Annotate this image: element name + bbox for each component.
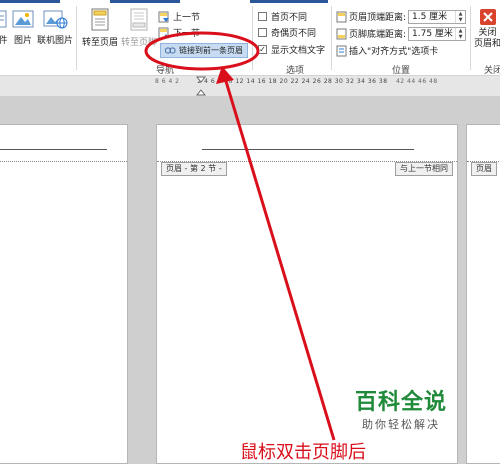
ruler-band: 8 6 4 2 2 4 6 8 10 12 14 16 18 20 22 24 … bbox=[0, 76, 500, 96]
ribbon: 件 图片 联机图片 转至页眉 转至页脚 上一节 下一节 链接到前一条页眉 导航 … bbox=[0, 0, 500, 76]
different-first-page-label: 首页不同 bbox=[271, 13, 308, 23]
page-left[interactable] bbox=[0, 124, 128, 464]
goto-header-button[interactable]: 转至页眉 bbox=[82, 8, 118, 48]
next-section-button[interactable]: 下一节 bbox=[158, 25, 200, 40]
footer-from-bottom-value: 1.75 厘米 bbox=[412, 29, 453, 39]
close-label-line2: 页眉和 bbox=[474, 39, 500, 49]
header-from-top-spinner[interactable]: 1.5 厘米 ▲ ▼ bbox=[408, 10, 466, 24]
ruler-main-ticks: 2 4 6 8 10 12 14 16 18 20 22 24 26 28 30… bbox=[197, 78, 388, 85]
header-rule bbox=[0, 149, 107, 150]
picture-label: 图片 bbox=[13, 36, 32, 46]
document-part-icon bbox=[0, 10, 7, 28]
show-document-text-label: 显示文档文字 bbox=[271, 46, 326, 56]
spinner-arrows-icon[interactable]: ▲ ▼ bbox=[455, 11, 465, 23]
header-from-top-label: 页眉顶端距离: bbox=[349, 13, 407, 23]
goto-footer-button[interactable]: 转至页脚 bbox=[121, 8, 157, 48]
group-divider bbox=[331, 6, 332, 70]
watermark-sub: 助你轻松解决 bbox=[362, 418, 440, 431]
options-group-label: 选项 bbox=[285, 66, 304, 76]
next-section-icon bbox=[158, 27, 169, 38]
watermark-logo: 百科全说 助你轻松解决 bbox=[336, 390, 466, 432]
same-as-previous-tag: 与上一节相同 bbox=[395, 162, 453, 176]
footer-from-bottom-spinner[interactable]: 1.75 厘米 ▲ ▼ bbox=[408, 27, 466, 41]
header-position-icon bbox=[336, 11, 347, 22]
header-boundary bbox=[0, 161, 127, 162]
spinner-arrows-icon[interactable]: ▲ ▼ bbox=[455, 28, 465, 40]
picture-button[interactable]: 图片 bbox=[12, 8, 34, 46]
previous-section-icon bbox=[158, 11, 169, 22]
link-to-previous-button[interactable]: 链接到前一条页眉 bbox=[160, 43, 248, 58]
footer-from-bottom-label: 页脚底端距离: bbox=[349, 30, 407, 40]
header-rule bbox=[202, 149, 414, 150]
different-first-page-checkbox[interactable]: 首页不同 bbox=[258, 9, 307, 24]
different-odd-even-checkbox[interactable]: 奇偶页不同 bbox=[258, 25, 316, 40]
previous-section-label: 上一节 bbox=[173, 13, 201, 23]
alignment-tab-icon bbox=[336, 45, 347, 56]
navigation-group-label: 导航 bbox=[155, 66, 174, 76]
position-group-label: 位置 bbox=[391, 66, 410, 76]
insert-alignment-tab-label: 插入"对齐方式"选项卡 bbox=[349, 47, 439, 57]
ribbon-tab-indicator bbox=[110, 0, 180, 3]
checkmark-icon: ✓ bbox=[258, 44, 267, 54]
group-divider bbox=[76, 6, 77, 70]
footer-from-bottom-row: 页脚底端距离: bbox=[336, 26, 406, 41]
online-picture-icon bbox=[43, 10, 68, 29]
right-page-header-tag: 页眉 bbox=[471, 162, 497, 176]
ruler-right-ticks: 42 44 46 48 bbox=[395, 78, 438, 85]
close-group-label: 关闭 bbox=[483, 66, 500, 76]
footer-position-icon bbox=[336, 28, 347, 39]
goto-header-label: 转至页眉 bbox=[82, 38, 119, 48]
link-chain-icon bbox=[165, 47, 176, 54]
goto-footer-icon bbox=[130, 8, 148, 31]
picture-icon bbox=[12, 10, 34, 28]
watermark-main: 百科全说 bbox=[354, 390, 447, 415]
ruler-left-ticks: 8 6 4 2 bbox=[155, 78, 180, 85]
goto-header-icon bbox=[91, 8, 109, 31]
checkbox-box bbox=[258, 12, 267, 21]
goto-footer-label: 转至页脚 bbox=[121, 38, 158, 48]
insert-partial-label: 件 bbox=[0, 36, 8, 46]
header-from-top-value: 1.5 厘米 bbox=[412, 12, 448, 22]
insert-alignment-tab-button[interactable]: 插入"对齐方式"选项卡 bbox=[336, 43, 438, 58]
indent-marker-icon[interactable] bbox=[196, 76, 206, 96]
online-picture-button[interactable]: 联机图片 bbox=[37, 8, 73, 46]
close-icon bbox=[479, 9, 496, 25]
group-divider bbox=[252, 6, 253, 70]
insert-partial-button[interactable]: 件 bbox=[0, 8, 10, 46]
ribbon-tab-indicator bbox=[250, 0, 328, 3]
page-right[interactable]: 页眉 bbox=[466, 124, 500, 464]
close-header-footer-button[interactable]: 关闭 页眉和 bbox=[474, 8, 500, 50]
checkbox-box bbox=[258, 28, 267, 37]
link-to-previous-label: 链接到前一条页眉 bbox=[179, 46, 243, 55]
next-section-label: 下一节 bbox=[173, 29, 201, 39]
previous-section-button[interactable]: 上一节 bbox=[158, 9, 200, 24]
online-picture-label: 联机图片 bbox=[37, 36, 74, 46]
close-label-line1: 关闭 bbox=[478, 28, 497, 38]
group-divider bbox=[470, 6, 471, 70]
show-document-text-checkbox[interactable]: ✓ 显示文档文字 bbox=[258, 42, 325, 57]
header-section-tag: 页眉 - 第 2 节 - bbox=[161, 162, 227, 176]
annotation-caption: 鼠标双击页脚后 bbox=[240, 442, 366, 463]
header-from-top-row: 页眉顶端距离: bbox=[336, 9, 406, 24]
different-odd-even-label: 奇偶页不同 bbox=[271, 29, 317, 39]
ribbon-tab-indicator bbox=[0, 0, 60, 3]
